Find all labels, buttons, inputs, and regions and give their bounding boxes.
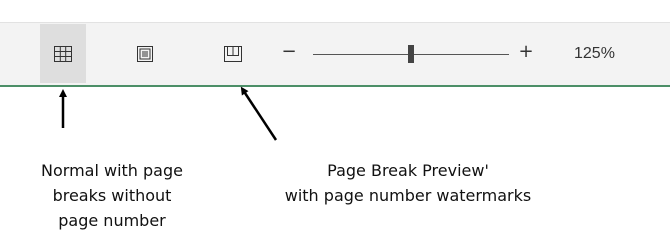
annotation-line: Page Break Preview'	[327, 161, 489, 180]
page-break-preview-annotation: Page Break Preview' with page number wat…	[238, 158, 578, 208]
annotation-line: with page number watermarks	[284, 186, 532, 205]
annotation-line: Normal with page	[41, 161, 183, 180]
annotation-line: page number	[58, 211, 166, 230]
arrow-to-page-break-preview	[240, 86, 278, 141]
annotation-line: breaks without	[52, 186, 172, 205]
normal-view-annotation: Normal with page breaks without page num…	[0, 158, 224, 233]
